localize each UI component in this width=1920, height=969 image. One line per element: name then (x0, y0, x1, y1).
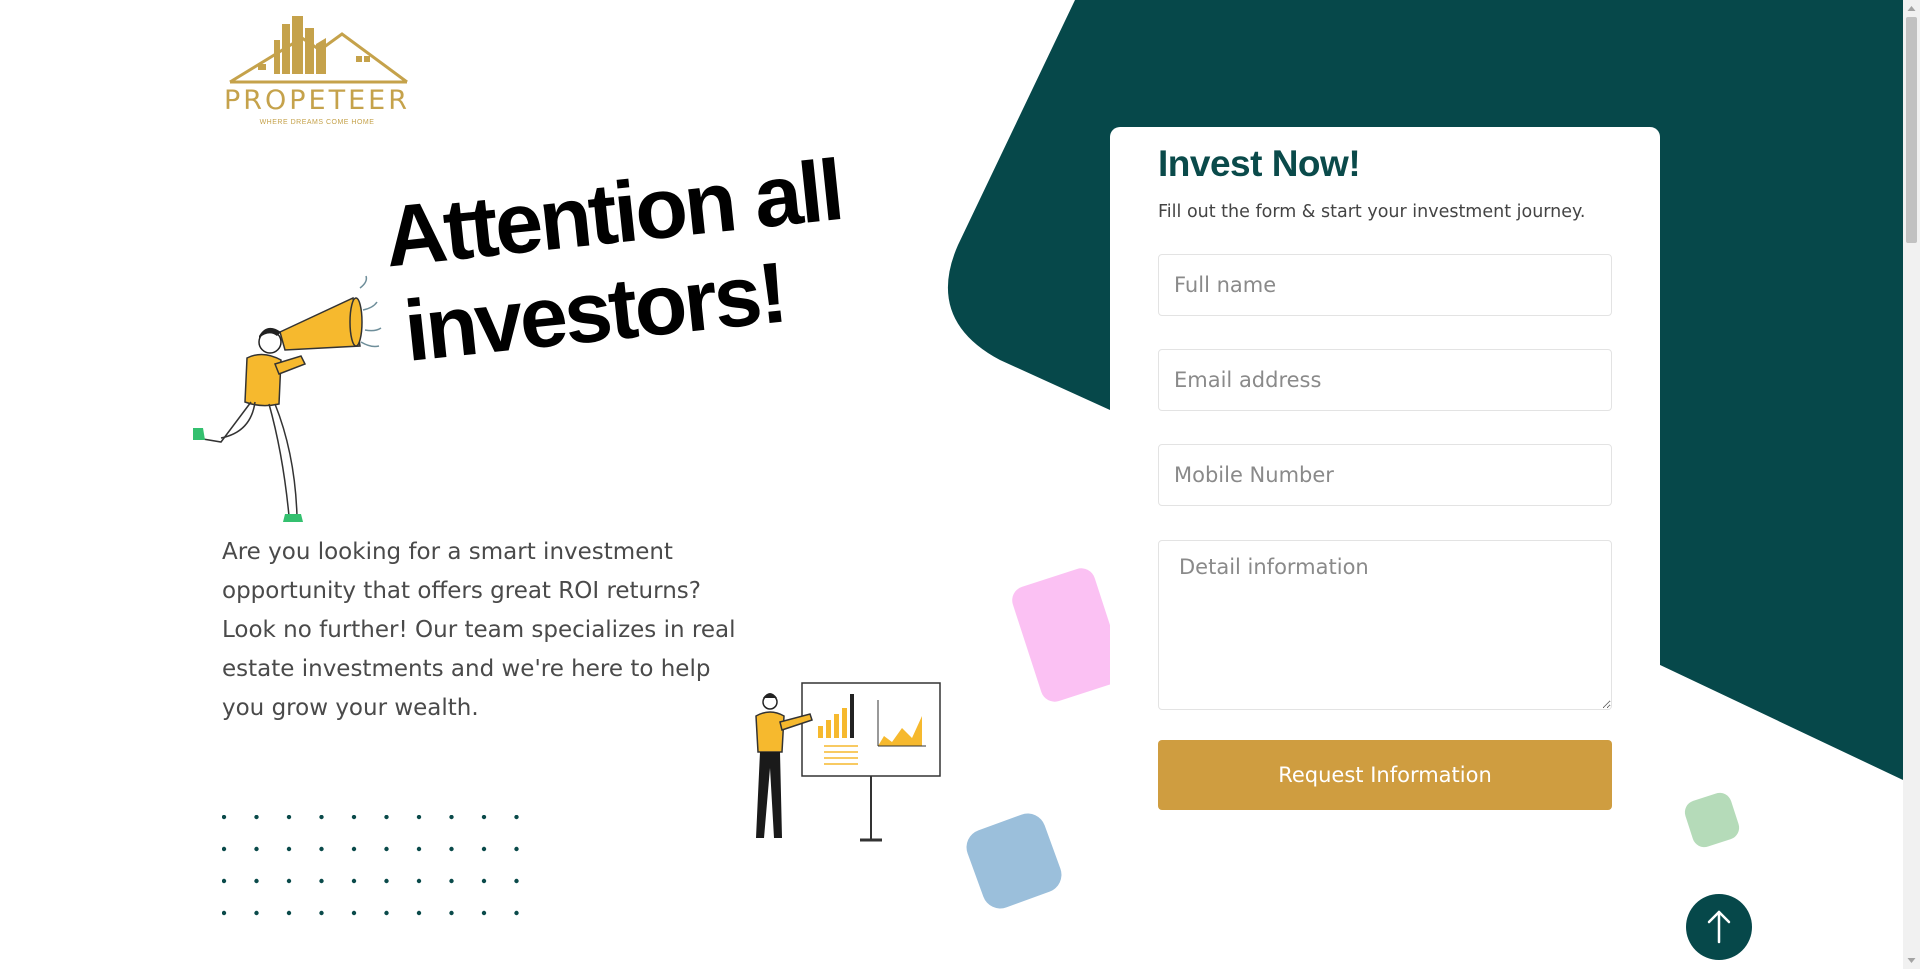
page-scrollbar[interactable] (1903, 0, 1920, 969)
brand-logo[interactable]: PROPETEER WHERE DREAMS COME HOME (222, 14, 412, 126)
decor-dot (384, 846, 389, 852)
decor-dot (319, 815, 324, 820)
decor-dot (514, 910, 519, 916)
decor-dot (449, 846, 454, 852)
decor-dot (319, 910, 324, 916)
decor-dot (254, 878, 259, 884)
scroll-up-arrow-icon[interactable] (1903, 0, 1920, 17)
decor-dot (351, 846, 357, 852)
request-information-button[interactable]: Request Information (1158, 740, 1612, 810)
decor-dot (286, 878, 292, 884)
form-subtitle: Fill out the form & start your investmen… (1158, 202, 1586, 222)
email-input[interactable] (1158, 349, 1612, 411)
decor-dot (254, 910, 259, 916)
decor-dot (514, 815, 519, 820)
mobile-number-input[interactable] (1158, 444, 1612, 506)
decor-dot (481, 878, 487, 884)
invest-form-card: Invest Now! Fill out the form & start yo… (1110, 127, 1660, 887)
scrollbar-thumb[interactable] (1906, 17, 1917, 243)
decor-dot (222, 846, 227, 852)
hero-intro-text: Are you looking for a smart investment o… (222, 539, 736, 721)
decor-dot (514, 846, 519, 852)
decor-dot (286, 910, 292, 916)
decor-dot (384, 910, 389, 916)
decor-dot (254, 846, 259, 852)
decor-dot (449, 815, 454, 820)
form-title: Invest Now! (1158, 143, 1361, 184)
detail-information-textarea[interactable] (1158, 540, 1612, 710)
logo-buildings-icon (229, 16, 408, 84)
decor-dot (481, 815, 487, 820)
decor-dot (351, 878, 357, 884)
landing-page: PROPETEER WHERE DREAMS COME HOME Attenti… (0, 0, 1920, 969)
decor-dot (514, 878, 519, 884)
decor-dot (449, 910, 454, 916)
decor-dot (286, 815, 292, 820)
decor-dot (416, 878, 422, 884)
decor-dot (254, 815, 259, 820)
scroll-to-top-button[interactable] (1686, 894, 1752, 960)
decor-dot (222, 815, 227, 820)
full-name-input[interactable] (1158, 254, 1612, 316)
decorative-dot-grid (222, 815, 519, 916)
person-with-megaphone-illustration (193, 275, 382, 522)
decor-dot (416, 846, 422, 852)
decor-dot (319, 846, 324, 852)
presenter-with-chart-illustration (755, 682, 941, 842)
arrow-up-icon (1707, 910, 1731, 944)
decor-dot (449, 878, 454, 884)
decor-dot (222, 878, 227, 884)
logo-wordmark: PROPETEER (223, 85, 410, 116)
decor-dot (351, 815, 357, 820)
logo-tagline: WHERE DREAMS COME HOME (259, 119, 375, 126)
decor-dot (481, 846, 487, 852)
decor-dot (384, 878, 389, 884)
decor-dot (286, 846, 292, 852)
decor-dot (384, 815, 389, 820)
decor-dot (481, 910, 487, 916)
scroll-down-arrow-icon[interactable] (1903, 952, 1920, 969)
decor-dot (351, 910, 357, 916)
decor-dot (416, 910, 422, 916)
decor-dot (222, 910, 227, 916)
decor-dot (416, 815, 422, 820)
decor-dot (319, 878, 324, 884)
